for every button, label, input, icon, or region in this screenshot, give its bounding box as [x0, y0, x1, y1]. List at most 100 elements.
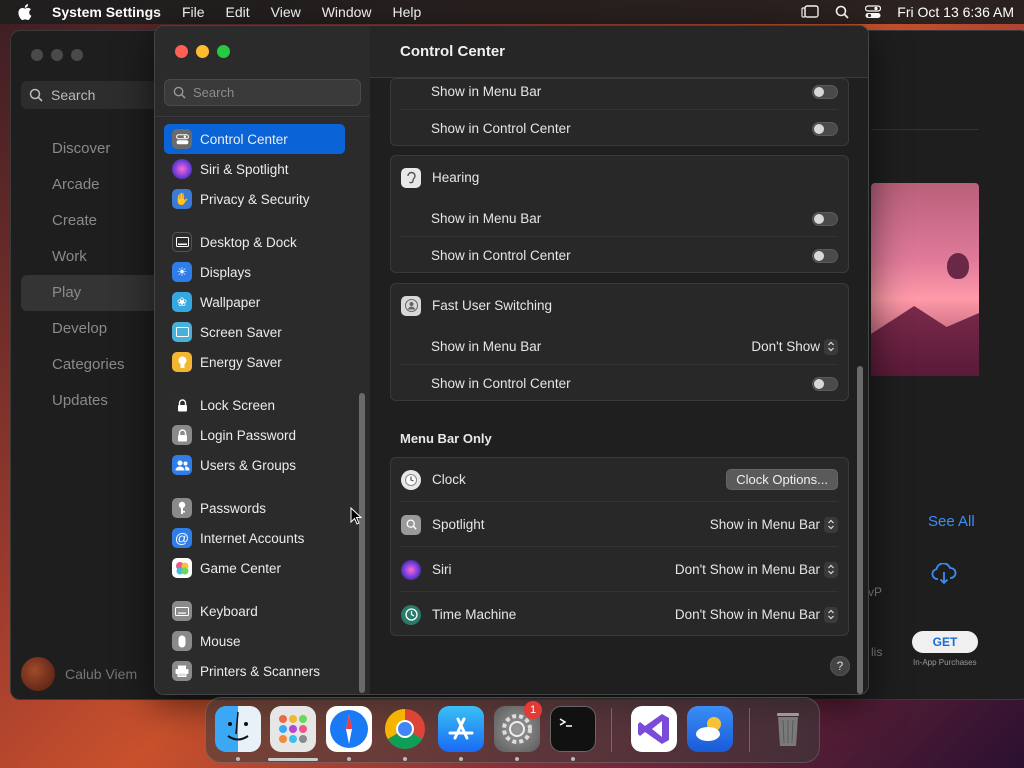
search-input[interactable] — [193, 85, 353, 100]
sidebar-item-label: Users & Groups — [200, 457, 297, 473]
chrome-icon[interactable] — [382, 706, 428, 752]
running-indicator — [571, 757, 575, 761]
menu-clock[interactable]: Fri Oct 13 6:36 AM — [897, 4, 1014, 20]
lightbulb-icon — [172, 352, 192, 372]
toggle-switch[interactable] — [812, 376, 838, 391]
safari-icon[interactable] — [326, 706, 372, 752]
account-name: Calub Viem — [65, 666, 138, 682]
sidebar-item-passwords[interactable]: Passwords — [164, 493, 345, 523]
app-store-search-label: Search — [51, 87, 96, 103]
toggle-switch[interactable] — [812, 121, 838, 136]
zoom-button[interactable] — [217, 45, 230, 58]
sidebar-item-energy-saver[interactable]: Energy Saver — [164, 347, 345, 377]
visual-studio-icon[interactable] — [631, 706, 677, 752]
stage-manager-icon[interactable] — [801, 5, 819, 19]
settings-sidebar: Control Center Siri & Spotlight ✋ Privac… — [155, 26, 370, 694]
row-siri: Siri Don't Show in Menu Bar — [391, 551, 848, 588]
app-store-icon[interactable] — [438, 706, 484, 752]
window-controls — [175, 45, 230, 58]
mouse-icon — [172, 631, 192, 651]
fast-user-header: Fast User Switching — [391, 287, 848, 324]
row-spotlight: Spotlight Show in Menu Bar — [391, 506, 848, 543]
popup-button[interactable]: Don't Show — [751, 338, 838, 355]
content-scrollbar[interactable] — [857, 366, 863, 694]
user-switch-icon — [401, 295, 421, 316]
row-label: Show in Menu Bar — [431, 339, 542, 354]
sidebar-item-privacy-security[interactable]: ✋ Privacy & Security — [164, 184, 345, 214]
get-button[interactable]: GET — [912, 631, 978, 653]
sidebar-item-keyboard[interactable]: Keyboard — [164, 596, 345, 626]
trash-icon[interactable] — [765, 706, 811, 752]
sidebar-item-login-password[interactable]: Login Password — [164, 420, 345, 450]
keyboard-icon — [172, 601, 192, 621]
row-label: Time Machine — [432, 607, 517, 622]
control-center-icon[interactable] — [865, 5, 882, 19]
app-store-account[interactable]: Calub Viem — [21, 657, 137, 691]
minimize-button[interactable] — [196, 45, 209, 58]
weather-icon[interactable] — [687, 706, 733, 752]
menu-app-name[interactable]: System Settings — [52, 4, 161, 20]
sidebar-item-siri-spotlight[interactable]: Siri & Spotlight — [164, 154, 345, 184]
apple-menu-icon[interactable] — [18, 4, 34, 20]
toggle-switch[interactable] — [812, 248, 838, 263]
sidebar-item-lock-screen[interactable]: Lock Screen — [164, 390, 345, 420]
menu-window[interactable]: Window — [322, 4, 372, 20]
menu-view[interactable]: View — [271, 4, 301, 20]
search-icon[interactable] — [835, 5, 849, 19]
hearing-header: Hearing — [391, 159, 848, 196]
sidebar-item-label: Screen Saver — [200, 324, 282, 340]
settings-content: Control Center Show in Menu Bar Show in … — [370, 26, 868, 694]
row-separator — [401, 501, 838, 502]
sidebar-item-label: Login Password — [200, 427, 297, 443]
featured-game-artwork[interactable] — [871, 183, 979, 376]
terminal-icon[interactable] — [550, 706, 596, 752]
help-button[interactable]: ? — [830, 656, 850, 676]
app-store-traffic-lights — [31, 49, 83, 61]
sidebar-item-control-center[interactable]: Control Center — [164, 124, 345, 154]
search-icon — [173, 86, 186, 99]
app-name-fragment-2: lis — [871, 645, 883, 659]
sidebar-item-internet-accounts[interactable]: @ Internet Accounts — [164, 523, 345, 553]
app-name-fragment: vP — [868, 585, 883, 599]
sidebar-item-screen-saver[interactable]: Screen Saver — [164, 317, 345, 347]
sidebar-item-label: Privacy & Security — [200, 191, 310, 207]
row-label: Show in Menu Bar — [431, 84, 542, 99]
sidebar-item-displays[interactable]: ☀ Displays — [164, 257, 345, 287]
sidebar-item-wallpaper[interactable]: ❀ Wallpaper — [164, 287, 345, 317]
key-icon — [172, 498, 192, 518]
menu-edit[interactable]: Edit — [226, 4, 250, 20]
row-separator — [401, 546, 838, 547]
clock-icon — [401, 469, 421, 490]
sidebar-item-printers-scanners[interactable]: Printers & Scanners — [164, 656, 345, 686]
menu-file[interactable]: File — [182, 4, 205, 20]
section-title: Fast User Switching — [432, 298, 553, 313]
toggle-switch[interactable] — [812, 211, 838, 226]
launchpad-icon[interactable] — [270, 706, 316, 752]
cloud-download-icon[interactable] — [931, 562, 957, 588]
sidebar-item-game-center[interactable]: Game Center — [164, 553, 345, 583]
settings-search[interactable] — [164, 79, 361, 106]
see-all-link[interactable]: See All — [928, 513, 975, 530]
popup-button[interactable]: Show in Menu Bar — [710, 516, 838, 533]
divider — [871, 129, 979, 130]
close-button[interactable] — [175, 45, 188, 58]
sidebar-item-label: Control Center — [200, 131, 288, 147]
menu-help[interactable]: Help — [393, 4, 422, 20]
sidebar-scrollbar[interactable] — [359, 393, 365, 693]
popup-button[interactable]: Don't Show in Menu Bar — [675, 606, 838, 623]
popup-button[interactable]: Don't Show in Menu Bar — [675, 561, 838, 578]
finder-icon[interactable] — [215, 706, 261, 752]
clock-options-button[interactable]: Clock Options... — [726, 469, 838, 490]
toggle-switch[interactable] — [812, 84, 838, 99]
dock-divider — [749, 708, 750, 752]
menu-bar-only-panel: Clock Clock Options... Spotlight Show in… — [390, 457, 849, 636]
dock: 1 — [205, 697, 820, 763]
menu-bar-only-heading: Menu Bar Only — [400, 431, 492, 446]
sidebar-item-label: Desktop & Dock — [200, 234, 297, 250]
row-label: Show in Control Center — [431, 376, 571, 391]
sidebar-item-label: Lock Screen — [200, 397, 276, 413]
sidebar-item-users-groups[interactable]: Users & Groups — [164, 450, 345, 480]
hearing-panel: Hearing Show in Menu Bar Show in Control… — [390, 155, 849, 273]
sidebar-item-desktop-dock[interactable]: Desktop & Dock — [164, 227, 345, 257]
sidebar-item-mouse[interactable]: Mouse — [164, 626, 345, 656]
